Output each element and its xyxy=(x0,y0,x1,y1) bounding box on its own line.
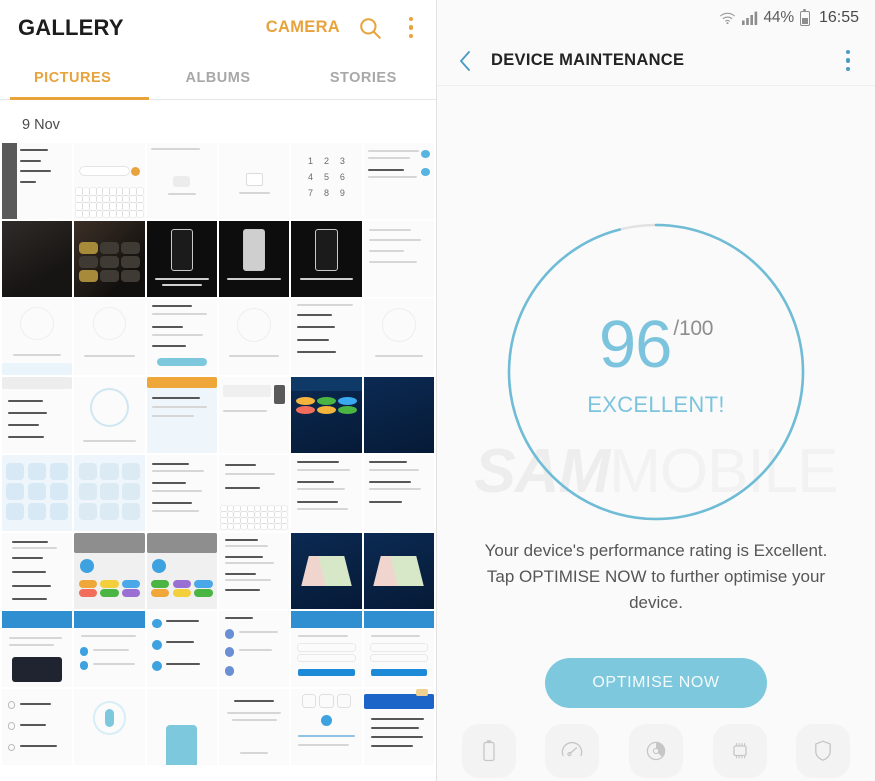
thumbnail[interactable] xyxy=(2,689,73,765)
search-icon[interactable] xyxy=(357,15,383,41)
chevron-left-icon[interactable] xyxy=(451,47,479,75)
thumbnail[interactable] xyxy=(2,533,73,609)
tab-active-indicator xyxy=(10,97,149,100)
thumbnail[interactable] xyxy=(146,221,217,297)
thumbnail[interactable] xyxy=(146,455,217,531)
thumbnail[interactable] xyxy=(2,455,73,531)
score-denominator: /100 xyxy=(673,316,714,340)
device-maintenance-app: 44% 16:55 DEVICE MAINTENANCE SAMMOBILE 9… xyxy=(437,0,875,781)
cellular-signal-icon xyxy=(741,11,758,25)
battery-icon xyxy=(461,724,516,778)
thumbnail[interactable] xyxy=(74,221,145,297)
thumbnail[interactable] xyxy=(219,299,290,375)
camera-button[interactable]: CAMERA xyxy=(266,18,340,37)
thumbnail[interactable] xyxy=(74,299,145,375)
optimise-now-button[interactable]: OPTIMISE NOW xyxy=(545,658,767,708)
page-title: GALLERY xyxy=(18,14,124,40)
speedometer-icon xyxy=(545,724,600,778)
thumbnail[interactable] xyxy=(146,299,217,375)
thumbnail[interactable] xyxy=(363,611,434,687)
tab-stories[interactable]: STORIES xyxy=(291,55,436,100)
thumbnail[interactable] xyxy=(291,221,362,297)
thumbnail[interactable] xyxy=(363,689,434,765)
thumbnail[interactable] xyxy=(219,689,290,765)
shield-icon xyxy=(796,724,851,778)
thumbnail[interactable] xyxy=(2,299,73,375)
tile-battery[interactable]: Battery Learning usage patte… xyxy=(447,724,531,781)
thumbnail[interactable] xyxy=(2,377,73,453)
memory-chip-icon xyxy=(712,724,767,778)
thumbnail[interactable] xyxy=(74,611,145,687)
photo-grid: 123456789 xyxy=(0,143,436,765)
score-value: 96 xyxy=(598,307,673,382)
gallery-tabs: PICTURES ALBUMS STORIES xyxy=(0,55,436,100)
date-header: 9 Nov xyxy=(22,117,60,133)
thumbnail[interactable] xyxy=(146,143,217,219)
thumbnail[interactable] xyxy=(74,533,145,609)
battery-icon xyxy=(799,8,810,26)
thumbnail[interactable] xyxy=(146,377,217,453)
tile-storage[interactable]: Storage 24.1 GB free xyxy=(614,724,698,781)
gallery-toolbar: GALLERY CAMERA xyxy=(0,0,436,55)
tile-device-security[interactable]: Device security Deactivated xyxy=(781,724,865,781)
thumbnail[interactable] xyxy=(74,455,145,531)
thumbnail[interactable]: 123456789 xyxy=(291,143,362,219)
maintenance-tiles: Battery Learning usage patte… Performanc… xyxy=(437,724,875,781)
page-title: DEVICE MAINTENANCE xyxy=(491,51,685,69)
maintenance-body: SAMMOBILE 96/100 EXCELLENT! Your device'… xyxy=(437,86,875,781)
battery-percent: 44% xyxy=(763,9,795,26)
storage-pie-icon xyxy=(628,724,683,778)
wifi-icon xyxy=(719,11,736,25)
app-bar: DEVICE MAINTENANCE xyxy=(437,36,875,86)
tab-pictures[interactable]: PICTURES xyxy=(0,55,145,100)
screen: GALLERY CAMERA PICTURES ALBUMS STORIES 9… xyxy=(0,0,875,781)
thumbnail[interactable] xyxy=(291,455,362,531)
tile-ram[interactable]: RAM 1.4 GB free xyxy=(698,724,782,781)
thumbnail[interactable] xyxy=(219,143,290,219)
thumbnail[interactable] xyxy=(363,455,434,531)
gallery-actions: CAMERA xyxy=(266,15,422,41)
thumbnail[interactable] xyxy=(74,143,145,219)
thumbnail[interactable] xyxy=(219,611,290,687)
score-rating: EXCELLENT! xyxy=(587,392,725,417)
thumbnail[interactable] xyxy=(363,299,434,375)
description-text: Your device's performance rating is Exce… xyxy=(484,541,828,612)
thumbnail[interactable] xyxy=(219,377,290,453)
thumbnail[interactable] xyxy=(291,611,362,687)
thumbnail[interactable] xyxy=(146,611,217,687)
thumbnail[interactable] xyxy=(2,611,73,687)
more-vertical-icon[interactable] xyxy=(837,48,859,74)
thumbnail[interactable] xyxy=(291,533,362,609)
thumbnail[interactable] xyxy=(2,221,73,297)
thumbnail[interactable] xyxy=(363,377,434,453)
gallery-app: GALLERY CAMERA PICTURES ALBUMS STORIES 9… xyxy=(0,0,437,781)
tab-albums[interactable]: ALBUMS xyxy=(145,55,290,100)
thumbnail[interactable] xyxy=(74,689,145,765)
thumbnail[interactable] xyxy=(74,377,145,453)
thumbnail[interactable] xyxy=(2,143,73,219)
thumbnail[interactable] xyxy=(219,533,290,609)
more-vertical-icon[interactable] xyxy=(400,15,422,41)
thumbnail[interactable] xyxy=(219,221,290,297)
tile-performance-mode[interactable]: Performance mode Normal xyxy=(531,724,615,781)
thumbnail[interactable] xyxy=(363,533,434,609)
thumbnail[interactable] xyxy=(219,455,290,531)
thumbnail[interactable] xyxy=(146,689,217,765)
score-display: 96/100 EXCELLENT! xyxy=(437,311,875,418)
thumbnail[interactable] xyxy=(363,221,434,297)
thumbnail[interactable] xyxy=(146,533,217,609)
thumbnail[interactable] xyxy=(363,143,434,219)
thumbnail[interactable] xyxy=(291,299,362,375)
status-bar: 44% 16:55 xyxy=(437,0,875,36)
clock: 16:55 xyxy=(818,9,859,26)
thumbnail[interactable] xyxy=(291,689,362,765)
thumbnail[interactable] xyxy=(291,377,362,453)
